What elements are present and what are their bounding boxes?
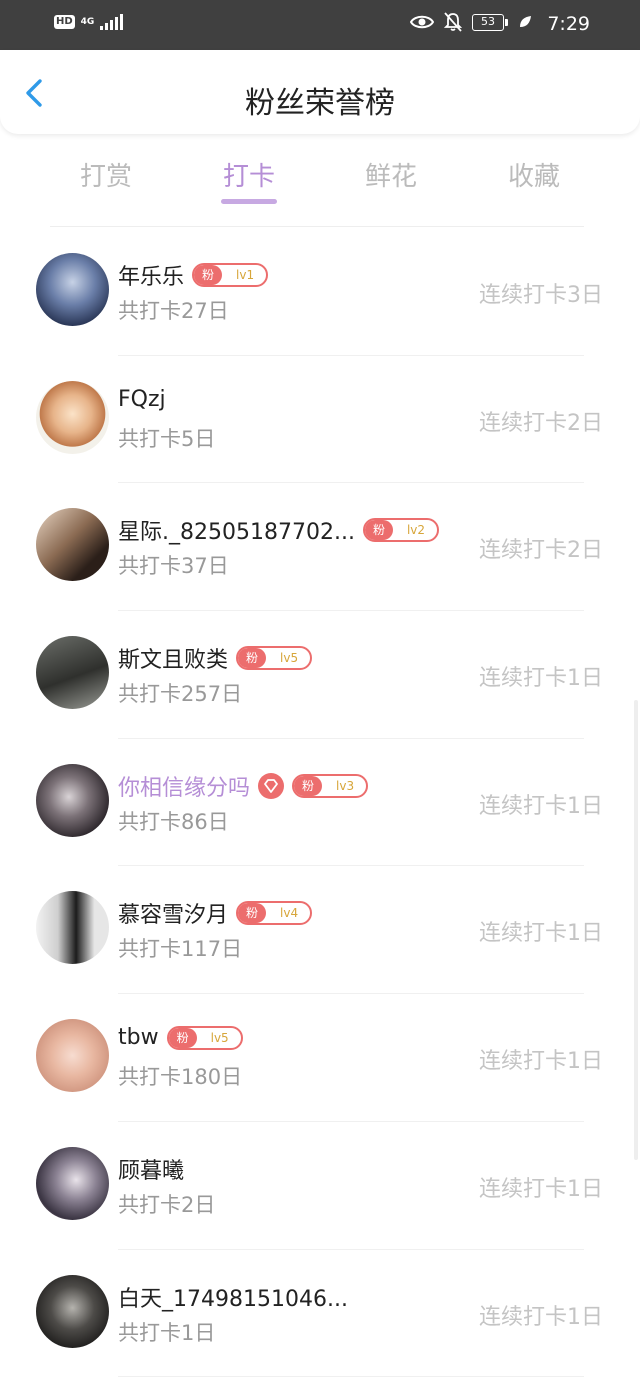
total-checkins: 共打卡1日 <box>118 1320 216 1345</box>
streak-checkins: 连续打卡2日 <box>479 410 603 436</box>
streak-checkins: 连续打卡1日 <box>479 793 603 819</box>
leaf-icon <box>520 16 531 27</box>
fan-level-badge: 粉 lv5 <box>166 1025 243 1050</box>
username: 白天_17498151046... <box>118 1286 348 1312</box>
username: 年乐乐 <box>118 265 185 290</box>
level-label: lv3 <box>336 778 355 793</box>
streak-checkins: 连续打卡1日 <box>479 1304 603 1330</box>
streak-checkins: 连续打卡1日 <box>479 921 603 947</box>
divider <box>50 226 584 227</box>
fan-level-badge: 粉 lv3 <box>292 773 369 798</box>
username: 你相信缘分吗 <box>118 775 251 801</box>
total-checkins: 共打卡37日 <box>118 554 229 579</box>
list-item[interactable]: FQzj 共打卡5日 连续打卡2日 <box>0 356 640 484</box>
list-item[interactable]: 星际._82505187702... 粉 lv2 共打卡37日 连续打卡2日 <box>0 483 640 612</box>
avatar[interactable] <box>36 253 109 326</box>
avatar[interactable] <box>36 763 109 837</box>
app-header: 粉丝荣誉榜 <box>0 50 640 134</box>
username: FQzj <box>118 386 166 412</box>
streak-checkins: 连续打卡1日 <box>479 1049 603 1075</box>
fan-level-badge: 粉 lv4 <box>236 901 313 926</box>
level-label: lv5 <box>280 651 299 666</box>
avatar[interactable] <box>36 636 109 710</box>
list-item[interactable]: tbw 粉 lv5 共打卡180日 连续打卡1日 <box>0 994 640 1122</box>
fan-label: 粉 <box>168 1027 197 1048</box>
fan-level-badge: 粉 lv2 <box>362 518 440 543</box>
fan-level-badge: 粉 lv5 <box>236 646 313 671</box>
active-tab-indicator <box>221 199 277 204</box>
tab-checkin[interactable]: 打卡 <box>204 156 294 193</box>
level-label: lv4 <box>280 906 299 921</box>
tab-reward[interactable]: 打赏 <box>61 156 151 193</box>
list-item[interactable]: 你相信缘分吗 粉 lv3 共打卡86日 连续打卡1日 <box>0 739 640 867</box>
level-label: lv2 <box>406 523 426 538</box>
total-checkins: 共打卡180日 <box>118 1065 243 1090</box>
ranking-list: 年乐乐 粉 lv1 共打卡27日 连续打卡3日 FQzj 共打卡5日 连续打卡2… <box>0 228 640 1378</box>
list-item[interactable]: 顾暮曦 共打卡2日 连续打卡1日 <box>0 1122 640 1250</box>
fan-level-badge: 粉 lv1 <box>192 263 269 287</box>
signal-icon <box>100 14 124 30</box>
username: 星际._82505187702... <box>118 520 355 546</box>
total-checkins: 共打卡2日 <box>118 1192 216 1217</box>
tab-flowers[interactable]: 鲜花 <box>346 156 436 193</box>
page-title: 粉丝荣誉榜 <box>245 86 395 121</box>
username: 斯文且败类 <box>118 648 229 674</box>
clock: 7:29 <box>547 13 590 35</box>
username: 顾暮曦 <box>118 1158 185 1184</box>
hd-indicator: HD <box>54 15 75 29</box>
total-checkins: 共打卡257日 <box>118 682 243 707</box>
tab-bar: 打赏 打卡 鲜花 收藏 <box>0 150 640 210</box>
battery-level: 53 <box>472 13 504 31</box>
eye-icon <box>410 15 434 29</box>
list-item[interactable]: 斯文且败类 粉 lv5 共打卡257日 连续打卡1日 <box>0 611 640 739</box>
diamond-icon <box>258 772 285 799</box>
total-checkins: 共打卡86日 <box>118 809 229 834</box>
total-checkins: 共打卡5日 <box>118 426 216 451</box>
status-bar: HD 4G 53 7:29 <box>0 0 640 50</box>
avatar[interactable] <box>36 1019 109 1093</box>
list-item[interactable]: 白天_17498151046... 共打卡1日 连续打卡1日 <box>0 1250 640 1378</box>
avatar[interactable] <box>36 1274 109 1348</box>
streak-checkins: 连续打卡1日 <box>479 666 603 692</box>
level-label: lv1 <box>236 268 255 282</box>
streak-checkins: 连续打卡1日 <box>479 1176 603 1202</box>
fan-label: 粉 <box>238 648 267 669</box>
mute-bell-icon <box>444 12 462 32</box>
avatar[interactable] <box>36 1146 109 1220</box>
list-item[interactable]: 慕容雪汐月 粉 lv4 共打卡117日 连续打卡1日 <box>0 866 640 995</box>
battery-icon: 53 <box>472 13 508 31</box>
list-item[interactable]: 年乐乐 粉 lv1 共打卡27日 连续打卡3日 <box>0 228 640 356</box>
level-label: lv5 <box>210 1030 229 1045</box>
avatar[interactable] <box>36 380 109 454</box>
tab-favorites[interactable]: 收藏 <box>489 156 579 193</box>
fan-label: 粉 <box>238 903 267 924</box>
avatar[interactable] <box>36 891 109 965</box>
streak-checkins: 连续打卡2日 <box>479 538 603 564</box>
avatar[interactable] <box>36 508 109 582</box>
total-checkins: 共打卡117日 <box>118 937 243 962</box>
username: tbw <box>118 1025 159 1051</box>
total-checkins: 共打卡27日 <box>118 299 229 323</box>
status-left: HD 4G <box>54 14 124 30</box>
username: 慕容雪汐月 <box>118 903 229 929</box>
status-right: 53 <box>410 12 532 32</box>
network-type: 4G <box>80 16 95 27</box>
fan-label: 粉 <box>194 265 223 285</box>
fan-label: 粉 <box>294 775 323 796</box>
fan-label: 粉 <box>364 520 393 541</box>
streak-checkins: 连续打卡3日 <box>479 283 603 308</box>
scrollbar[interactable] <box>634 700 638 1160</box>
